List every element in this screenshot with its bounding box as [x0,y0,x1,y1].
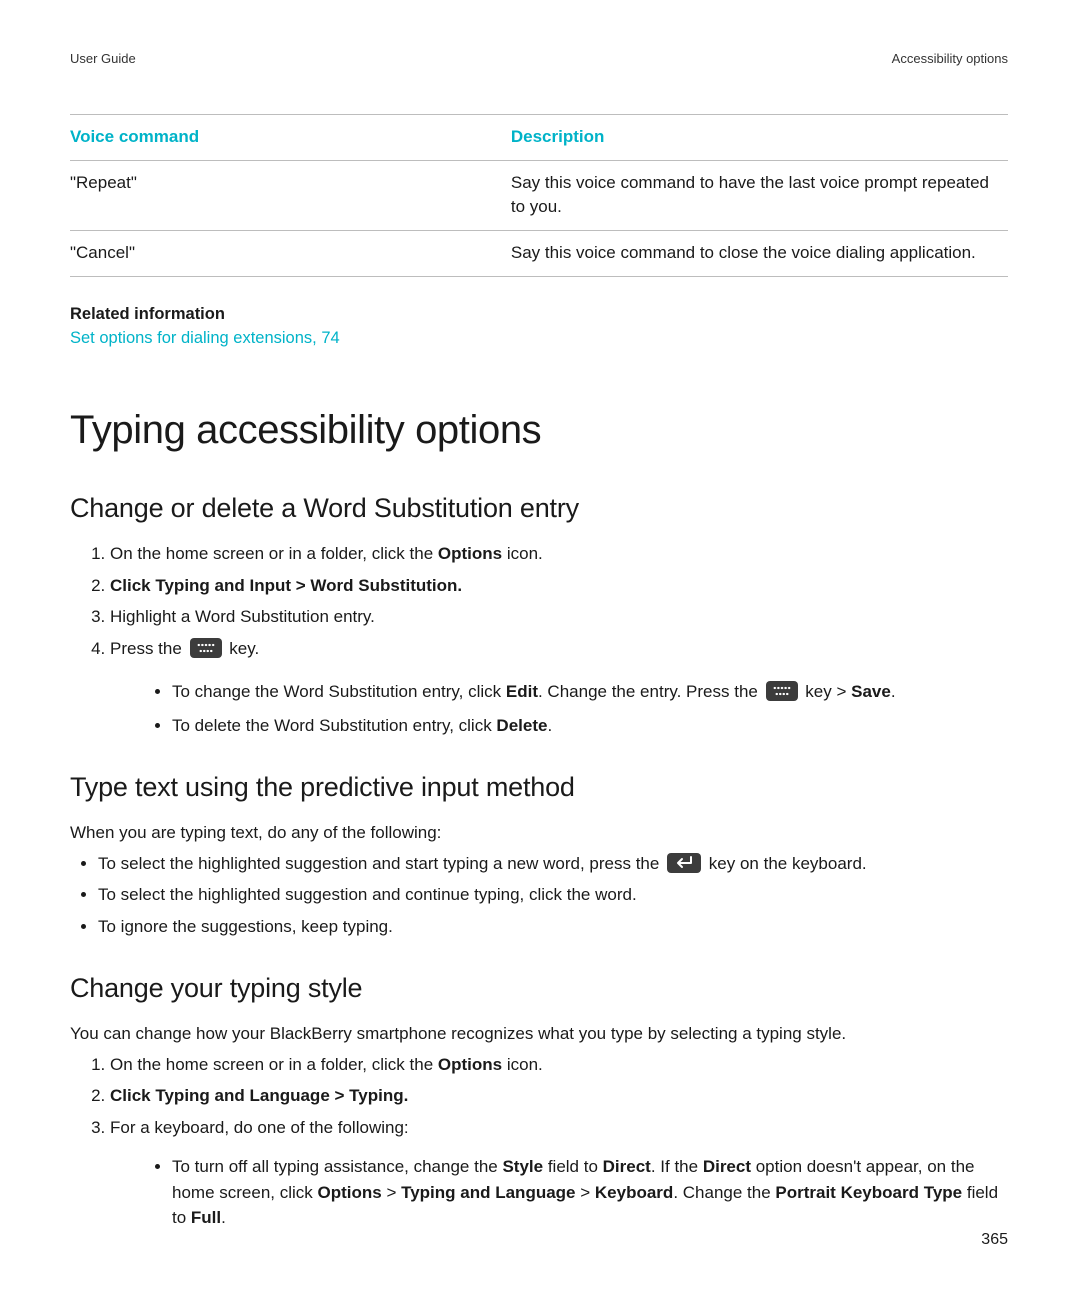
related-info: Related information Set options for dial… [70,303,1008,351]
intro-text: You can change how your BlackBerry smart… [70,1022,1008,1046]
header-right: Accessibility options [892,50,1008,68]
sub-bullets: To change the Word Substitution entry, c… [110,679,1008,738]
steps-list: On the home screen or in a folder, click… [70,541,1008,738]
sub-bullet: To turn off all typing assistance, chang… [172,1154,1008,1231]
related-title: Related information [70,303,1008,326]
bullet-item: To select the highlighted suggestion and… [98,882,1008,908]
page: User Guide Accessibility options Voice c… [0,0,1080,1296]
page-number: 365 [981,1229,1008,1252]
sub-bullet: To delete the Word Substitution entry, c… [172,713,1008,739]
step-item: Press the key. To change the Word Substi… [110,636,1008,739]
heading-1: Typing accessibility options [70,402,1008,459]
voice-command-table: Voice command Description "Repeat" Say t… [70,114,1008,276]
sub-bullet: To change the Word Substitution entry, c… [172,679,1008,705]
step-item: Click Typing and Language > Typing. [110,1083,1008,1109]
cell-desc: Say this voice command to close the voic… [511,230,1008,276]
related-link[interactable]: Set options for dialing extensions, 74 [70,329,340,347]
step-item: Click Typing and Input > Word Substituti… [110,573,1008,599]
table-row: "Cancel" Say this voice command to close… [70,230,1008,276]
step-item: On the home screen or in a folder, click… [110,1052,1008,1078]
running-header: User Guide Accessibility options [70,50,1008,68]
step-item: Highlight a Word Substitution entry. [110,604,1008,630]
cell-cmd: "Repeat" [70,160,511,230]
header-left: User Guide [70,50,136,68]
steps-list: On the home screen or in a folder, click… [70,1052,1008,1231]
sub-bullets: To turn off all typing assistance, chang… [110,1154,1008,1231]
th-voice-command: Voice command [70,115,511,160]
enter-key-icon [667,853,701,873]
step-item: For a keyboard, do one of the following:… [110,1115,1008,1231]
step-item: On the home screen or in a folder, click… [110,541,1008,567]
heading-2-typing-style: Change your typing style [70,969,1008,1007]
bullet-item: To select the highlighted suggestion and… [98,851,1008,877]
bullet-list: To select the highlighted suggestion and… [70,851,1008,940]
bullet-item: To ignore the suggestions, keep typing. [98,914,1008,940]
cell-desc: Say this voice command to have the last … [511,160,1008,230]
table-row: "Repeat" Say this voice command to have … [70,160,1008,230]
th-description: Description [511,115,1008,160]
menu-key-icon [190,638,222,658]
cell-cmd: "Cancel" [70,230,511,276]
heading-2-word-sub: Change or delete a Word Substitution ent… [70,489,1008,527]
intro-text: When you are typing text, do any of the … [70,821,1008,845]
heading-2-predictive: Type text using the predictive input met… [70,768,1008,806]
menu-key-icon [766,681,798,701]
